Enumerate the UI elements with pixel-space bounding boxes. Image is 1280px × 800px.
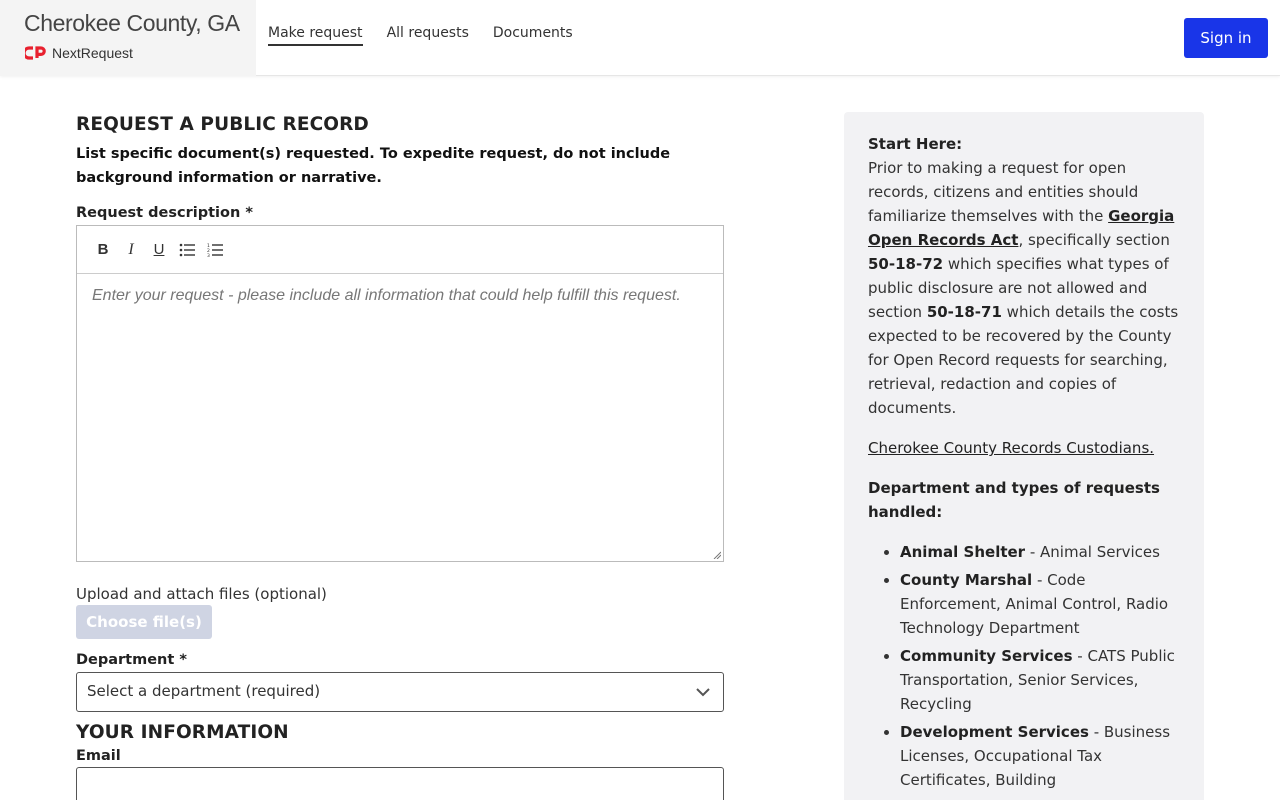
nav-make-request[interactable]: Make request (268, 25, 363, 46)
editor-toolbar: B I U 1 2 3 (77, 226, 723, 274)
list-item: Animal Shelter - Animal Services (900, 540, 1180, 564)
your-information-title: YOUR INFORMATION (76, 722, 289, 743)
main-nav: Make request All requests Documents (268, 25, 597, 46)
bold-button[interactable]: B (89, 236, 117, 264)
nav-all-requests[interactable]: All requests (387, 25, 469, 46)
department-name: Community Services (900, 647, 1073, 665)
department-select[interactable]: Select a department (required) (76, 672, 724, 712)
agency-name[interactable]: Cherokee County, GA (24, 10, 240, 37)
intro-paragraph: Start Here: Prior to making a request fo… (868, 132, 1180, 420)
svg-text:3: 3 (207, 253, 210, 257)
request-description-editor: B I U 1 2 3 Enter your request - please … (76, 225, 724, 562)
department-list: Animal Shelter - Animal Services County … (868, 540, 1180, 792)
department-label: Department * (76, 652, 187, 668)
nav-documents[interactable]: Documents (493, 25, 573, 46)
list-item: County Marshal - Code Enforcement, Anima… (900, 568, 1180, 640)
nextrequest-brand: NextRequest (25, 45, 133, 61)
choose-files-button[interactable]: Choose file(s) (76, 605, 212, 639)
top-header: Cherokee County, GA NextRequest Make req… (0, 0, 1280, 76)
page-title: REQUEST A PUBLIC RECORD (76, 114, 369, 135)
intro-text-2: , specifically section (1018, 231, 1170, 249)
intro-text-1: Prior to making a request for open recor… (868, 159, 1139, 225)
request-description-input[interactable]: Enter your request - please include all … (77, 274, 723, 561)
bulleted-list-icon (179, 243, 195, 256)
bulleted-list-button[interactable] (173, 236, 201, 264)
upload-label: Upload and attach files (optional) (76, 585, 327, 603)
sign-in-button[interactable]: Sign in (1184, 18, 1268, 58)
section-50-18-71: 50-18-71 (926, 303, 1002, 321)
help-sidebar: Start Here: Prior to making a request fo… (844, 112, 1204, 800)
agency-brand[interactable]: Cherokee County, GA NextRequest (0, 0, 256, 76)
department-name: County Marshal (900, 571, 1033, 589)
email-label: Email (76, 748, 121, 764)
request-description-label: Request description * (76, 205, 253, 221)
numbered-list-button[interactable]: 1 2 3 (201, 236, 229, 264)
chevron-down-icon (696, 688, 710, 697)
request-instructions: List specific document(s) requested. To … (76, 146, 671, 186)
department-selected-value: Select a department (required) (87, 682, 321, 700)
records-custodians-link[interactable]: Cherokee County Records Custodians. (868, 436, 1180, 460)
nextrequest-logo-icon (25, 46, 46, 60)
request-form: REQUEST A PUBLIC RECORD List specific do… (76, 114, 724, 800)
start-here-heading: Start Here: (868, 135, 963, 153)
list-item: Community Services - CATS Public Transpo… (900, 644, 1180, 716)
italic-button[interactable]: I (117, 236, 145, 264)
section-50-18-72: 50-18-72 (868, 255, 944, 273)
department-name: Animal Shelter (900, 543, 1026, 561)
numbered-list-icon: 1 2 3 (207, 243, 223, 257)
department-name: Development Services (900, 723, 1089, 741)
department-desc: - Animal Services (1025, 543, 1160, 561)
email-field[interactable] (76, 767, 724, 800)
list-item: Development Services - Business Licenses… (900, 720, 1180, 792)
nextrequest-label: NextRequest (52, 45, 133, 61)
underline-button[interactable]: U (145, 236, 173, 264)
resize-handle-icon[interactable] (713, 551, 721, 559)
department-types-heading: Department and types of requests handled… (868, 479, 1160, 521)
